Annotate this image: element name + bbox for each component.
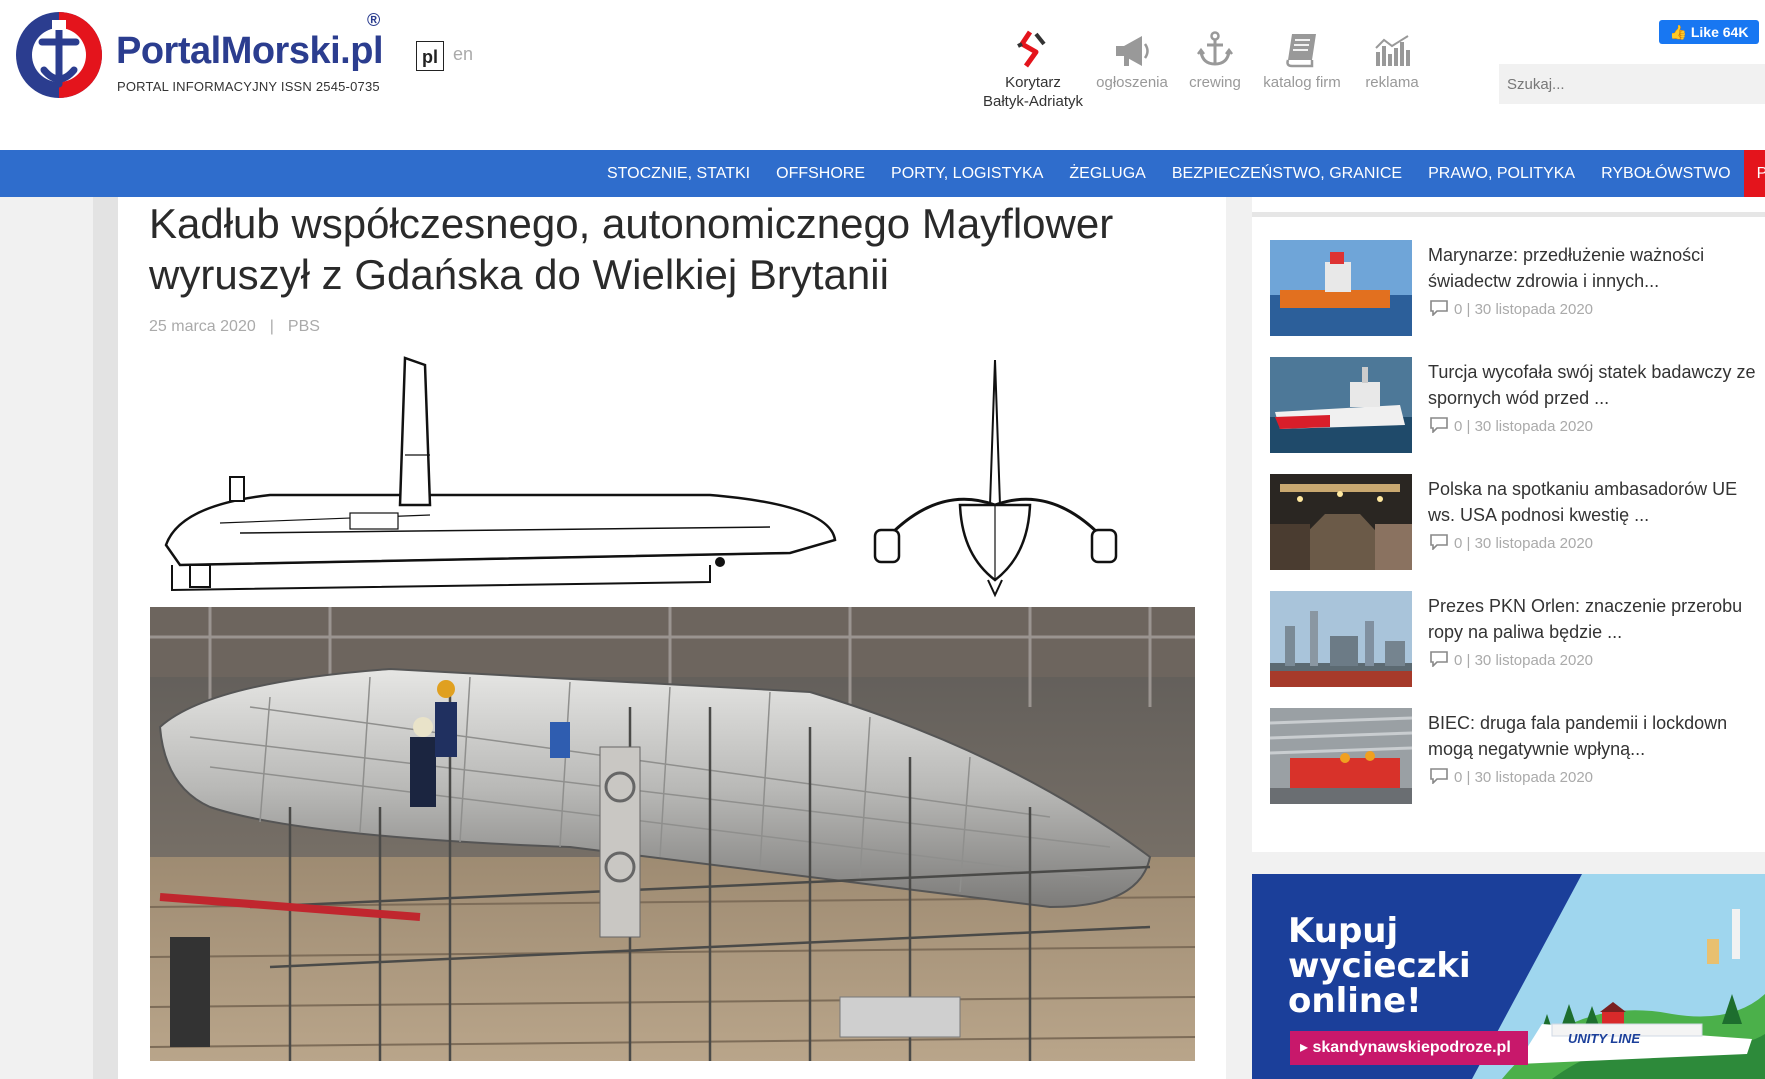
portalmorski-logo[interactable] xyxy=(14,10,104,100)
news-meta-separator: | xyxy=(1466,301,1471,318)
news-comments: 0 xyxy=(1454,418,1463,435)
top-link-label-line2: Bałtyk-Adriatyk xyxy=(982,93,1084,110)
news-comments: 0 xyxy=(1454,652,1463,669)
sidebar-divider xyxy=(1252,212,1765,217)
news-thumbnail xyxy=(1270,357,1412,453)
news-title: Polska na spotkaniu ambasadorów UE ws. U… xyxy=(1428,479,1738,525)
article-meta: 25 marca 2020 | PBS xyxy=(149,318,320,336)
news-title: Prezes PKN Orlen: znaczenie przerobu rop… xyxy=(1428,596,1743,642)
news-comments: 0 xyxy=(1454,301,1463,318)
top-link-label: crewing xyxy=(1189,74,1241,91)
news-meta-separator: | xyxy=(1466,418,1471,435)
news-title: Marynarze: przedłużenie ważności świadec… xyxy=(1428,245,1705,291)
book-icon xyxy=(1286,34,1316,68)
news-meta: 0 | 30 listopada 2020 xyxy=(1430,534,1593,552)
top-link-korytarz[interactable]: Korytarz Bałtyk-Adriatyk xyxy=(968,30,1098,110)
news-date: 30 listopada 2020 xyxy=(1474,652,1594,669)
comment-icon xyxy=(1430,534,1448,550)
news-meta: 0 | 30 listopada 2020 xyxy=(1430,300,1593,318)
news-title: Turcja wycofała swój statek badawczy ze … xyxy=(1428,362,1756,408)
megaphone-icon xyxy=(1116,36,1149,66)
language-pl-button[interactable]: pl xyxy=(416,41,444,71)
article-date: 25 marca 2020 xyxy=(149,318,256,335)
sidebar-news-item[interactable]: Marynarze: przedłużenie ważności świadec… xyxy=(1270,240,1765,340)
news-thumbnail xyxy=(1270,708,1412,804)
nav-item-bezpieczenstwo[interactable]: BEZPIECZEŃSTWO, GRANICE xyxy=(1159,150,1415,197)
news-date: 30 listopada 2020 xyxy=(1474,769,1594,786)
news-date: 30 listopada 2020 xyxy=(1474,301,1594,318)
main-nav: STOCZNIE, STATKI OFFSHORE PORTY, LOGISTY… xyxy=(0,150,1765,197)
top-link-crewing[interactable]: crewing xyxy=(1180,30,1250,91)
news-comments: 0 xyxy=(1454,769,1463,786)
anchor-icon xyxy=(1197,31,1233,66)
play-arrow-icon: ▸ xyxy=(1300,1039,1309,1056)
nav-item-porty[interactable]: PORTY, LOGISTYKA xyxy=(878,150,1056,197)
ad-headline: Kupuj wycieczki online! xyxy=(1288,914,1471,1019)
content-gutter xyxy=(93,197,118,1079)
sidebar-news-item[interactable]: Turcja wycofała swój statek badawczy ze … xyxy=(1270,357,1765,457)
top-link-reklama[interactable]: reklama xyxy=(1355,30,1429,91)
facebook-like-label: Like 64K xyxy=(1690,24,1749,40)
top-link-label: Korytarz xyxy=(1005,74,1061,91)
news-meta-separator: | xyxy=(1466,769,1471,786)
top-link-label: reklama xyxy=(1365,74,1419,91)
news-date: 30 listopada 2020 xyxy=(1474,535,1594,552)
sidebar-news-item[interactable]: BIEC: druga fala pandemii i lockdown mog… xyxy=(1270,708,1765,808)
top-link-label: ogłoszenia xyxy=(1096,74,1168,91)
search-input[interactable] xyxy=(1499,64,1765,104)
ad-url-button[interactable]: ▸ skandynawskiepodroze.pl xyxy=(1290,1031,1528,1065)
comment-icon xyxy=(1430,768,1448,784)
language-en-link[interactable]: en xyxy=(453,44,473,65)
ad-headline-line: Kupuj xyxy=(1288,911,1399,951)
comment-icon xyxy=(1430,300,1448,316)
meta-separator: | xyxy=(269,318,274,335)
ad-headline-line: wycieczki xyxy=(1288,946,1471,986)
news-comments: 0 xyxy=(1454,535,1463,552)
news-meta: 0 | 30 listopada 2020 xyxy=(1430,651,1593,669)
bar-chart-icon xyxy=(1375,35,1410,66)
news-thumbnail xyxy=(1270,474,1412,570)
site-header: PortalMorski.pl ® PORTAL INFORMACYJNY IS… xyxy=(0,0,1765,150)
nav-item-zegluga[interactable]: ŻEGLUGA xyxy=(1056,150,1158,197)
news-thumbnail xyxy=(1270,591,1412,687)
top-link-katalog[interactable]: katalog firm xyxy=(1256,30,1348,91)
sidebar-news-item[interactable]: Prezes PKN Orlen: znaczenie przerobu rop… xyxy=(1270,591,1765,691)
nav-item-pol[interactable]: POL xyxy=(1743,150,1765,197)
registered-mark: ® xyxy=(367,10,381,30)
news-meta: 0 | 30 listopada 2020 xyxy=(1430,768,1593,786)
news-meta: 0 | 30 listopada 2020 xyxy=(1430,417,1593,435)
article-hero-photo xyxy=(150,607,1195,1061)
top-link-label: katalog firm xyxy=(1263,74,1341,91)
thumbs-up-icon: 👍 xyxy=(1669,24,1687,40)
news-thumbnail xyxy=(1270,240,1412,336)
ad-headline-line: online! xyxy=(1288,981,1422,1021)
comment-icon xyxy=(1430,417,1448,433)
news-title: BIEC: druga fala pandemii i lockdown mog… xyxy=(1428,713,1728,759)
comment-icon xyxy=(1430,651,1448,667)
nav-item-offshore[interactable]: OFFSHORE xyxy=(763,150,878,197)
news-date: 30 listopada 2020 xyxy=(1474,418,1594,435)
ad-url-label: skandynawskiepodroze.pl xyxy=(1312,1039,1511,1056)
nav-item-stocznie[interactable]: STOCZNIE, STATKI xyxy=(594,150,763,197)
mayflower-technical-drawing xyxy=(164,356,1118,598)
ad-ship-name: UNITY LINE xyxy=(1568,1031,1640,1046)
news-meta-separator: | xyxy=(1466,652,1471,669)
article-author: PBS xyxy=(287,318,320,335)
nav-item-prawo[interactable]: PRAWO, POLITYKA xyxy=(1415,150,1588,197)
brand-subtitle: PORTAL INFORMACYJNY ISSN 2545-0735 xyxy=(117,79,380,94)
korytarz-icon xyxy=(1017,30,1046,68)
top-link-ogloszenia[interactable]: ogłoszenia xyxy=(1092,30,1172,91)
facebook-like-button[interactable]: 👍 Like 64K xyxy=(1659,20,1759,44)
article-title: Kadłub współczesnego, autonomicznego May… xyxy=(149,200,1114,298)
nav-item-rybolowstwo[interactable]: RYBOŁÓWSTWO xyxy=(1588,150,1744,197)
news-meta-separator: | xyxy=(1466,535,1471,552)
sidebar-news-item[interactable]: Polska na spotkaniu ambasadorów UE ws. U… xyxy=(1270,474,1765,574)
brand-name[interactable]: PortalMorski.pl xyxy=(116,30,383,73)
